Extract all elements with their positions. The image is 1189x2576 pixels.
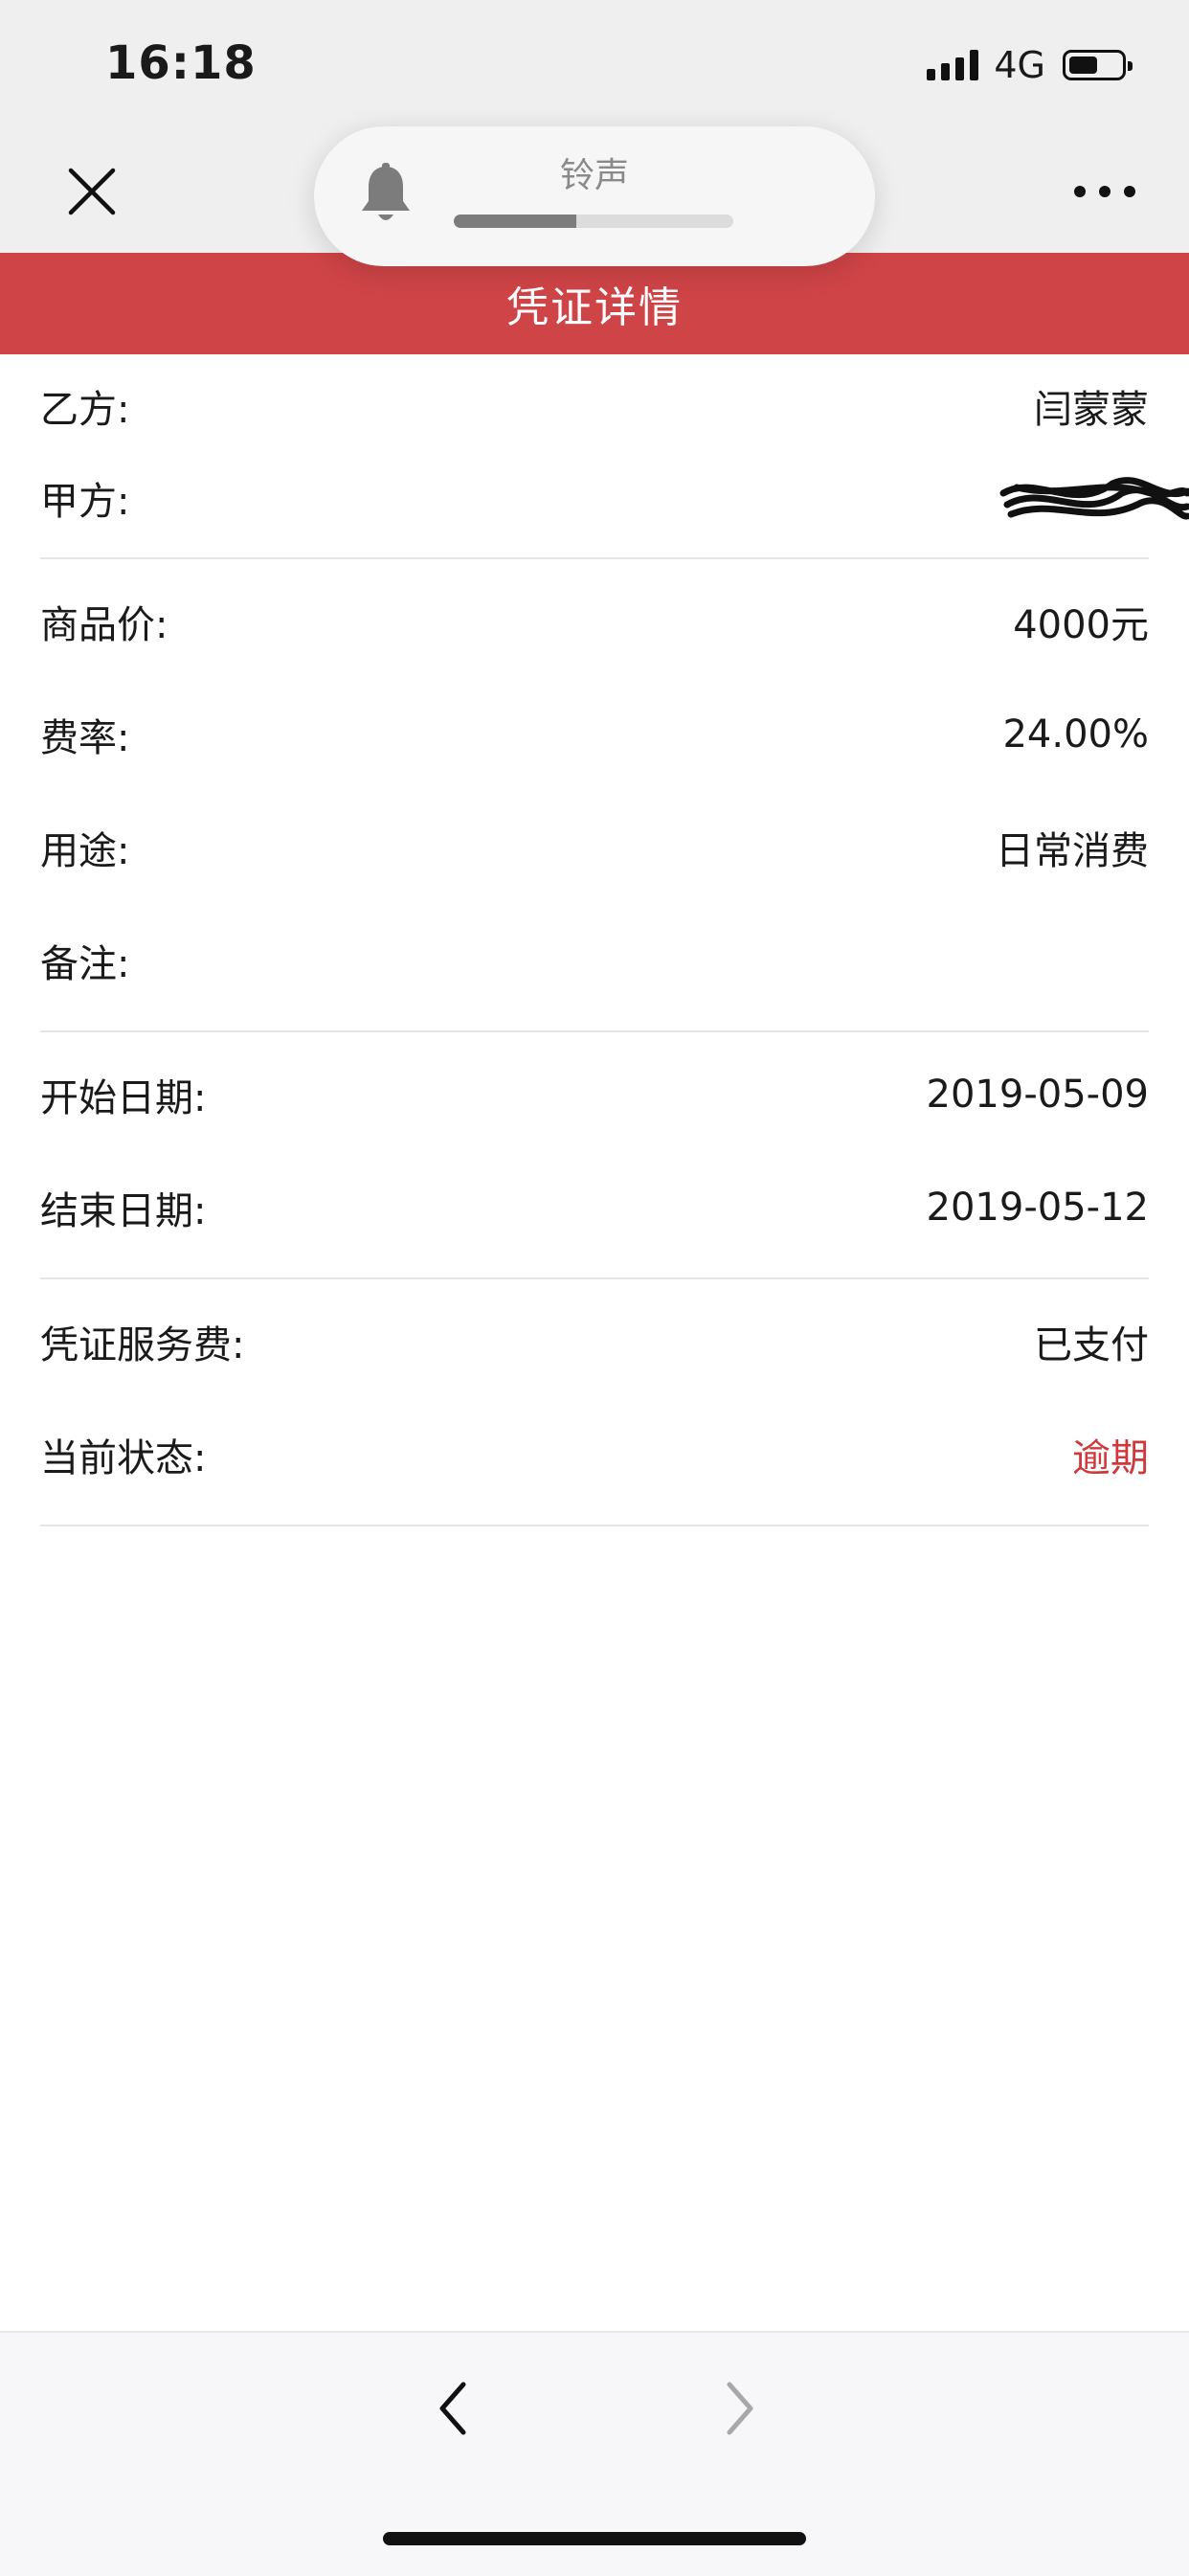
price-label: 商品价:	[40, 603, 168, 647]
chevron-left-icon	[439, 2382, 466, 2435]
rate-label: 费率:	[40, 716, 130, 760]
rate-value: 24.00%	[1002, 712, 1149, 757]
party-b-label: 乙方:	[40, 388, 130, 432]
remark-label: 备注:	[40, 942, 130, 986]
back-button[interactable]	[421, 2375, 488, 2442]
detail-row-end-date: 结束日期: 2019-05-12	[40, 1151, 1149, 1264]
ringer-volume-fill	[454, 215, 577, 228]
ringer-volume-hud: 铃声	[314, 126, 875, 266]
forward-button[interactable]	[705, 2375, 772, 2442]
status-indicators: 4G	[927, 44, 1133, 86]
chevron-right-icon	[727, 2382, 753, 2435]
title-bar: 凭证详情	[0, 253, 1189, 354]
dates-group: 开始日期: 2019-05-09 结束日期: 2019-05-12	[40, 1032, 1149, 1279]
party-a-label: 甲方:	[40, 480, 130, 524]
usage-value: 日常消费	[996, 829, 1149, 873]
parties-group: 乙方: 闫蒙蒙 甲方:	[40, 354, 1189, 559]
start-date-label: 开始日期:	[40, 1076, 207, 1120]
status-time: 16:18	[105, 36, 257, 90]
redaction-scribble	[999, 477, 1189, 520]
price-value: 4000元	[1013, 603, 1149, 647]
ringer-volume-slider[interactable]	[454, 215, 733, 228]
detail-row-usage: 用途: 日常消费	[40, 791, 1149, 904]
detail-row-party-a: 甲方:	[40, 452, 1189, 544]
usage-label: 用途:	[40, 829, 130, 873]
service-fee-label: 凭证服务费:	[40, 1323, 245, 1367]
end-date-value: 2019-05-12	[926, 1186, 1149, 1230]
detail-row-rate: 费率: 24.00%	[40, 678, 1149, 791]
home-indicator[interactable]	[383, 2532, 806, 2545]
party-b-value: 闫蒙蒙	[1034, 388, 1149, 432]
battery-cap	[1128, 61, 1133, 71]
detail-row-status: 当前状态: 逾期	[40, 1398, 1149, 1511]
more-dots-icon	[1124, 186, 1135, 197]
status-label: 当前状态:	[40, 1436, 207, 1480]
status-bar: 16:18 4G	[0, 0, 1189, 126]
status-group: 凭证服务费: 已支付 当前状态: 逾期	[40, 1279, 1149, 1526]
more-button[interactable]	[1074, 174, 1135, 209]
end-date-label: 结束日期:	[40, 1189, 207, 1233]
more-dots-icon	[1074, 186, 1086, 197]
detail-row-price: 商品价: 4000元	[40, 565, 1149, 678]
start-date-value: 2019-05-09	[926, 1073, 1149, 1117]
more-dots-icon	[1099, 186, 1110, 197]
service-fee-value: 已支付	[1034, 1323, 1149, 1367]
voucher-details: 乙方: 闫蒙蒙 甲方: 商品价: 4000元 费率: 24.00% 用途: 日常…	[40, 354, 1189, 1526]
detail-row-party-b: 乙方: 闫蒙蒙	[40, 360, 1149, 452]
ringer-label: 铃声	[559, 156, 629, 195]
detail-row-start-date: 开始日期: 2019-05-09	[40, 1038, 1149, 1151]
detail-row-remark: 备注:	[40, 904, 1149, 1017]
battery-icon	[1063, 50, 1133, 80]
status-badge: 逾期	[1072, 1436, 1149, 1480]
page-title: 凭证详情	[506, 283, 683, 332]
close-icon	[68, 168, 116, 215]
signal-bars-icon	[927, 50, 979, 80]
close-button[interactable]	[65, 165, 119, 218]
battery-level-fill	[1069, 56, 1097, 74]
network-type: 4G	[994, 44, 1045, 86]
detail-row-service-fee: 凭证服务费: 已支付	[40, 1285, 1149, 1398]
pricing-group: 商品价: 4000元 费率: 24.00% 用途: 日常消费 备注:	[40, 559, 1149, 1032]
